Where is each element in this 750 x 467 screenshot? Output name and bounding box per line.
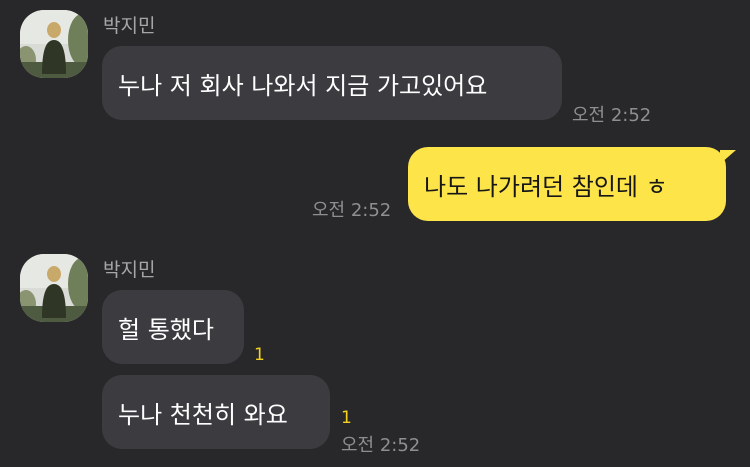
message-text: 누나 천천히 와요 [118, 400, 288, 429]
sender-name: 박지민 [103, 15, 156, 37]
avatar[interactable] [20, 10, 88, 78]
message-text: 나도 나가려던 참인데 ㅎ [424, 172, 668, 201]
message-bubble-outgoing[interactable]: 나도 나가려던 참인데 ㅎ [408, 147, 726, 221]
message-text: 누나 저 회사 나와서 지금 가고있어요 [118, 71, 488, 100]
profile-photo-icon [20, 254, 88, 322]
bubble-tail [720, 150, 736, 164]
unread-count: 1 [341, 408, 352, 428]
message-bubble[interactable]: 누나 저 회사 나와서 지금 가고있어요 [102, 46, 562, 120]
chat-screen: 박지민 누나 저 회사 나와서 지금 가고있어요 오전 2:52 나도 나가려던… [0, 0, 750, 467]
message-bubble[interactable]: 누나 천천히 와요 [102, 375, 330, 449]
message-bubble[interactable]: 헐 통했다 [102, 290, 244, 364]
message-text: 헐 통했다 [118, 315, 214, 344]
sender-name: 박지민 [103, 259, 156, 281]
unread-count: 1 [254, 345, 265, 365]
profile-photo-icon [20, 10, 88, 78]
message-timestamp: 오전 2:52 [572, 105, 652, 126]
avatar[interactable] [20, 254, 88, 322]
message-timestamp: 오전 2:52 [341, 435, 421, 456]
message-timestamp: 오전 2:52 [312, 200, 392, 221]
